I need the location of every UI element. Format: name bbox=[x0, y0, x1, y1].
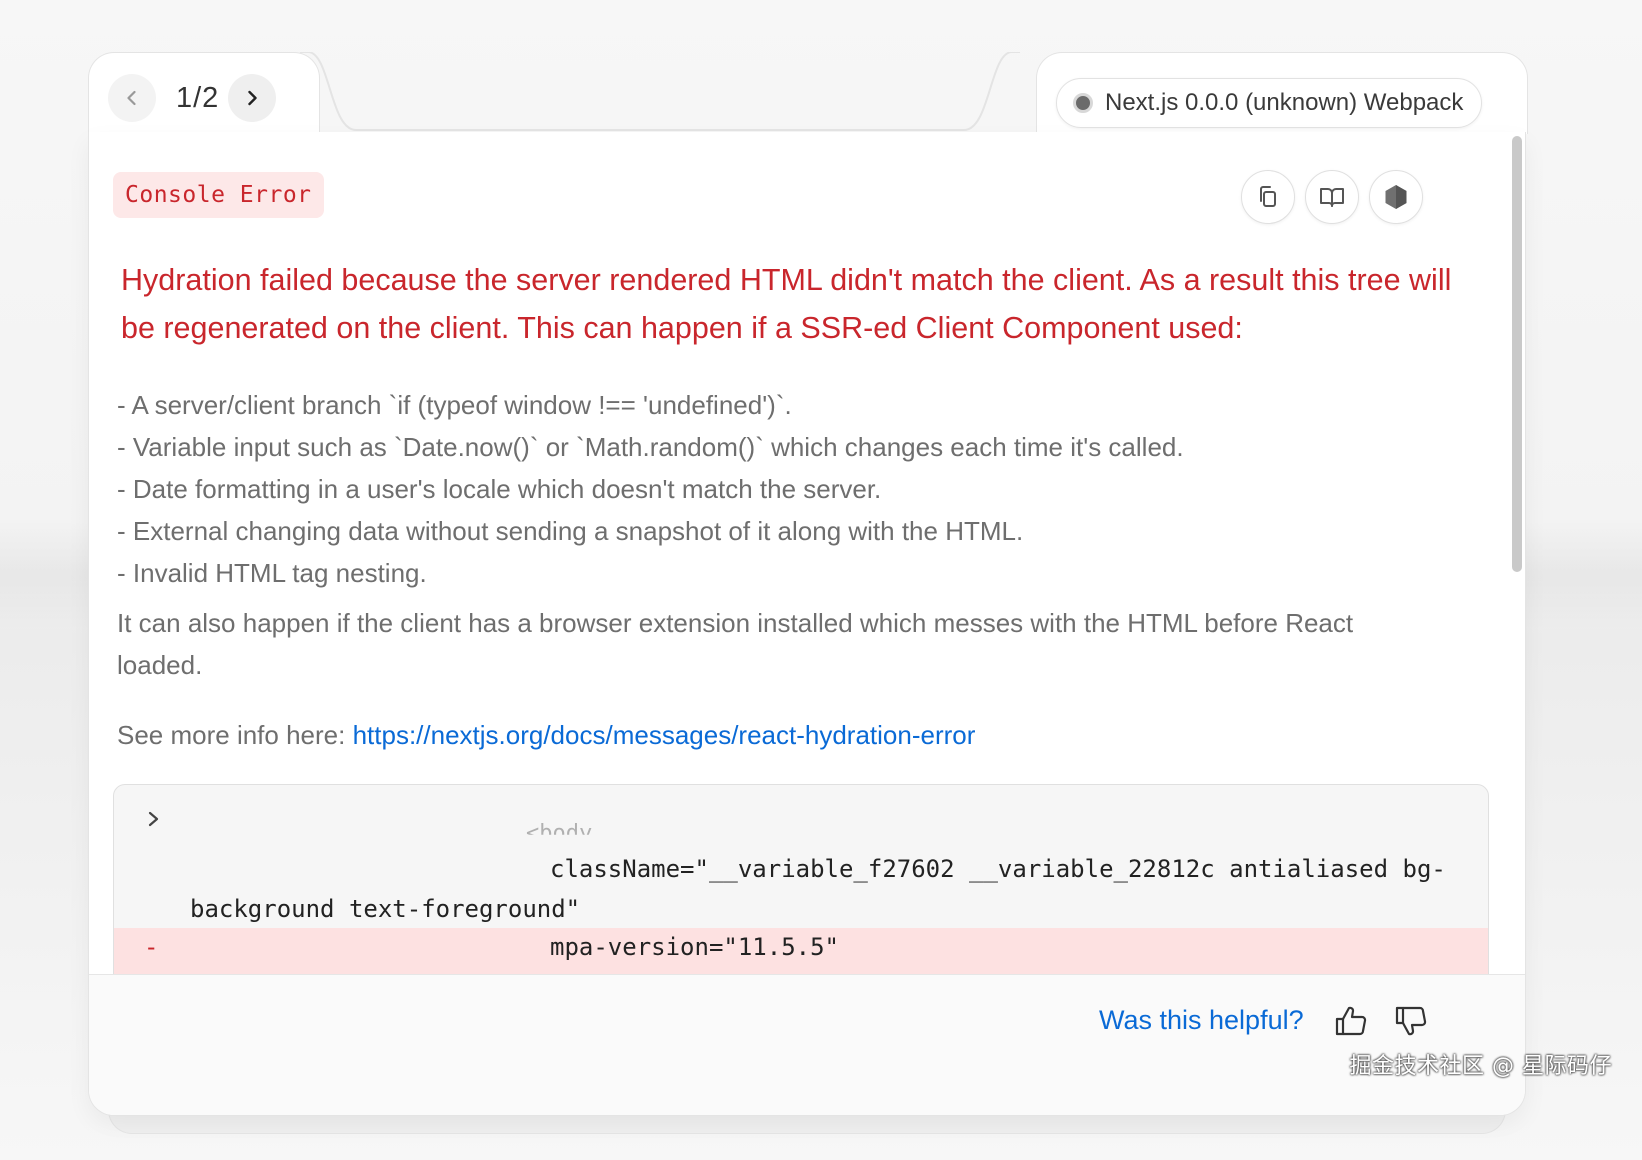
previous-error-button[interactable] bbox=[108, 74, 156, 122]
pager-count: 1/2 bbox=[176, 82, 220, 114]
panel-scrollbar[interactable] bbox=[1512, 136, 1522, 572]
cause-item: - A server/client branch `if (typeof win… bbox=[117, 390, 792, 420]
hydration-docs-link[interactable]: https://nextjs.org/docs/messages/react-h… bbox=[353, 720, 976, 750]
cause-item: - Date formatting in a user's locale whi… bbox=[117, 474, 882, 504]
cause-item: - External changing data without sending… bbox=[117, 516, 1024, 546]
version-status-dot bbox=[1073, 93, 1093, 113]
chevron-right-icon bbox=[248, 90, 257, 106]
code-line: background text-foreground" bbox=[190, 895, 581, 923]
extension-note: It can also happen if the client has a b… bbox=[117, 608, 1354, 680]
thumbs-up-icon bbox=[1335, 1006, 1367, 1036]
code-ghost-tag: <body bbox=[526, 821, 593, 846]
chevron-left-icon bbox=[127, 90, 136, 106]
next-error-button[interactable] bbox=[228, 74, 276, 122]
error-causes-list: - A server/client branch `if (typeof win… bbox=[117, 384, 1487, 594]
more-info-line: See more info here: https://nextjs.org/d… bbox=[117, 714, 975, 756]
code-line: className="__variable_f27602 __variable_… bbox=[550, 855, 1446, 883]
docs-button[interactable] bbox=[1305, 170, 1359, 224]
more-info-prefix: See more info here: bbox=[117, 720, 353, 750]
nextjs-version-badge[interactable]: Next.js 0.0.0 (unknown) Webpack bbox=[1056, 78, 1483, 128]
error-type-badge: Console Error bbox=[113, 172, 324, 218]
helpful-prompt: Was this helpful? bbox=[1099, 1005, 1304, 1035]
nodejs-inspector-button[interactable] bbox=[1369, 170, 1423, 224]
source-watermark: 掘金技术社区 @ 星际码仔 bbox=[1349, 1054, 1612, 1079]
error-overlay-panel: Console Error Hydration failed because t… bbox=[88, 132, 1526, 1116]
book-icon bbox=[1320, 188, 1344, 207]
thumbs-down-button[interactable] bbox=[1393, 1003, 1431, 1041]
copy-icon bbox=[1260, 186, 1276, 207]
nodejs-hexagon-icon bbox=[1385, 185, 1407, 209]
version-label: Next.js 0.0.0 (unknown) Webpack bbox=[1105, 89, 1464, 116]
cause-item: - Variable input such as `Date.now()` or… bbox=[117, 432, 1184, 462]
removed-line-marker: - bbox=[144, 933, 159, 961]
tab-divider-curve bbox=[300, 52, 1020, 131]
feedback-footer: Was this helpful? bbox=[89, 974, 1525, 1115]
removed-code-line: mpa-version="11.5.5" bbox=[550, 933, 839, 961]
error-headline: Hydration failed because the server rend… bbox=[121, 263, 1452, 345]
thumbs-down-icon bbox=[1395, 1006, 1427, 1036]
expand-chevron-icon[interactable] bbox=[144, 809, 164, 829]
copy-error-button[interactable] bbox=[1241, 170, 1295, 224]
cause-item: - Invalid HTML tag nesting. bbox=[117, 558, 427, 588]
thumbs-up-button[interactable] bbox=[1333, 1003, 1371, 1041]
